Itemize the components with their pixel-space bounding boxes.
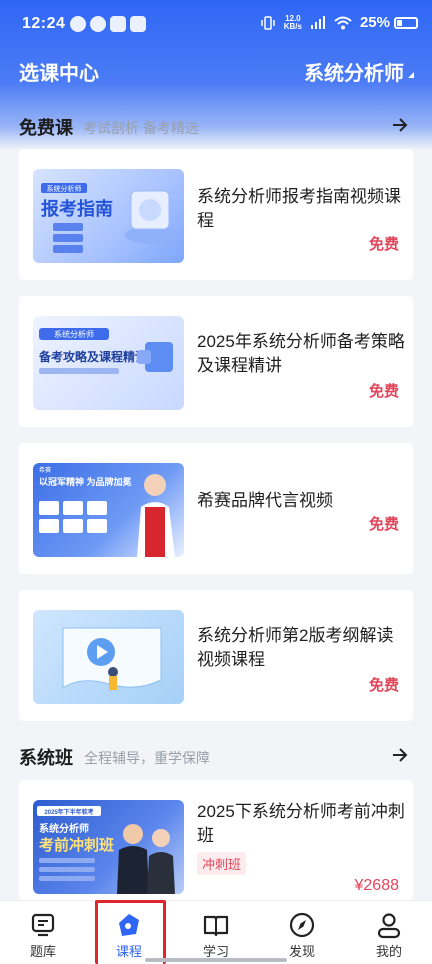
system-section-title: 系统班 <box>19 748 73 768</box>
status-right: 12.0 KB/s 25% <box>260 14 418 31</box>
free-section-title: 免费课 <box>19 118 73 138</box>
battery: 25% <box>360 14 418 31</box>
book-icon <box>203 915 229 937</box>
highlight-annotation <box>95 900 166 964</box>
nav-item-study[interactable]: 学习 <box>173 901 259 964</box>
net-speed-unit: KB/s <box>283 21 302 31</box>
nav-label: 题库 <box>29 944 56 959</box>
system-section-header[interactable]: 系统班 全程辅导，重学保障 <box>19 740 413 770</box>
page-title: 选课中心 <box>19 63 99 85</box>
wifi-icon <box>334 16 352 29</box>
course-card[interactable]: 2025年下半年软考 系统分析师 考前冲刺班 2025下系统分析师考前冲刺班 冲… <box>19 780 413 900</box>
dropdown-caret-icon[interactable] <box>408 72 414 78</box>
thumb-badge-text: 2025年下半年软考 <box>44 808 93 816</box>
course-tag: 冲刺班 <box>197 852 247 875</box>
nav-item-question-bank[interactable]: 题库 <box>0 901 86 964</box>
course-card[interactable]: 系统分析师第2版考纲解读视频课程 免费 <box>19 590 413 721</box>
course-price: 免费 <box>368 236 399 253</box>
thumb-main-text: 备考攻略及课程精讲 <box>38 349 147 364</box>
thumb-sub-text: 希赛 <box>39 466 51 474</box>
course-price: 免费 <box>368 677 399 694</box>
course-price: 免费 <box>368 516 399 533</box>
app-notification-icon <box>110 16 126 32</box>
signal-icon <box>310 15 325 29</box>
course-title: 系统分析师第2版考纲解读视频课程 <box>197 626 394 669</box>
question-bank-icon <box>31 913 55 937</box>
course-thumbnail: 希赛 以冠军精神 为品牌加冕 <box>33 463 184 557</box>
course-title: 2025年系统分析师备考策略及课程精讲 <box>197 332 405 375</box>
status-time: 12:24 <box>22 15 66 32</box>
nav-label: 我的 <box>375 944 402 959</box>
status-bar: 12:24 12.0 KB/s 25% <box>0 0 432 50</box>
course-thumbnail: 系统分析师 备考攻略及课程精讲 <box>33 316 184 410</box>
course-card[interactable]: 希赛 以冠军精神 为品牌加冕 希赛品牌代言视频 免费 <box>19 443 413 574</box>
thumb-sub-text: 系统分析师 <box>54 329 94 339</box>
battery-percent: 25% <box>359 14 390 31</box>
thumb-sub-text: 系统分析师 <box>39 822 89 835</box>
course-card[interactable]: 系统分析师 备考攻略及课程精讲 2025年系统分析师备考策略及课程精讲 免费 <box>19 296 413 427</box>
net-speed: 12.0 KB/s <box>283 14 302 31</box>
thumb-main-text: 以冠军精神 为品牌加冕 <box>39 476 132 487</box>
compass-icon <box>289 912 315 938</box>
course-title: 系统分析师报考指南视频课程 <box>197 187 401 230</box>
course-price: ¥2688 <box>354 877 400 894</box>
free-section-header[interactable]: 免费课 考试剖析 备考精选 <box>19 110 413 140</box>
free-section-subtitle: 考试剖析 备考精选 <box>83 120 199 136</box>
system-section-subtitle: 全程辅导，重学保障 <box>84 750 210 766</box>
message-notification-icon <box>130 16 146 32</box>
battery-icon <box>394 16 418 29</box>
course-card[interactable]: 系统分析师 报考指南 系统分析师报考指南视频课程 免费 <box>19 149 413 280</box>
app-notification-icon <box>70 16 86 32</box>
notification-icons <box>70 16 146 32</box>
thumb-sub-text: 系统分析师 <box>47 184 82 193</box>
app-notification-icon <box>90 16 106 32</box>
exam-selector[interactable]: 系统分析师 <box>304 57 404 86</box>
course-thumbnail: 2025年下半年软考 系统分析师 考前冲刺班 <box>33 800 184 894</box>
profile-icon <box>377 913 401 939</box>
course-thumbnail <box>33 610 184 704</box>
home-indicator[interactable] <box>145 958 287 962</box>
vibrate-icon <box>260 15 275 30</box>
nav-item-discover[interactable]: 发现 <box>259 901 345 964</box>
nav-item-profile[interactable]: 我的 <box>346 901 432 964</box>
course-thumbnail: 系统分析师 报考指南 <box>33 169 184 263</box>
arrow-right-icon[interactable] <box>391 116 409 134</box>
arrow-right-icon[interactable] <box>391 746 409 764</box>
thumb-main-text: 考前冲刺班 <box>39 836 114 854</box>
bottom-nav: 题库 课程 学习 发现 我的 <box>0 900 432 964</box>
course-title: 希赛品牌代言视频 <box>197 491 333 510</box>
course-price: 免费 <box>368 383 399 400</box>
thumb-main-text: 报考指南 <box>41 198 113 219</box>
page-header: 选课中心 系统分析师 <box>0 50 432 90</box>
course-title: 2025下系统分析师考前冲刺班 <box>197 802 405 845</box>
